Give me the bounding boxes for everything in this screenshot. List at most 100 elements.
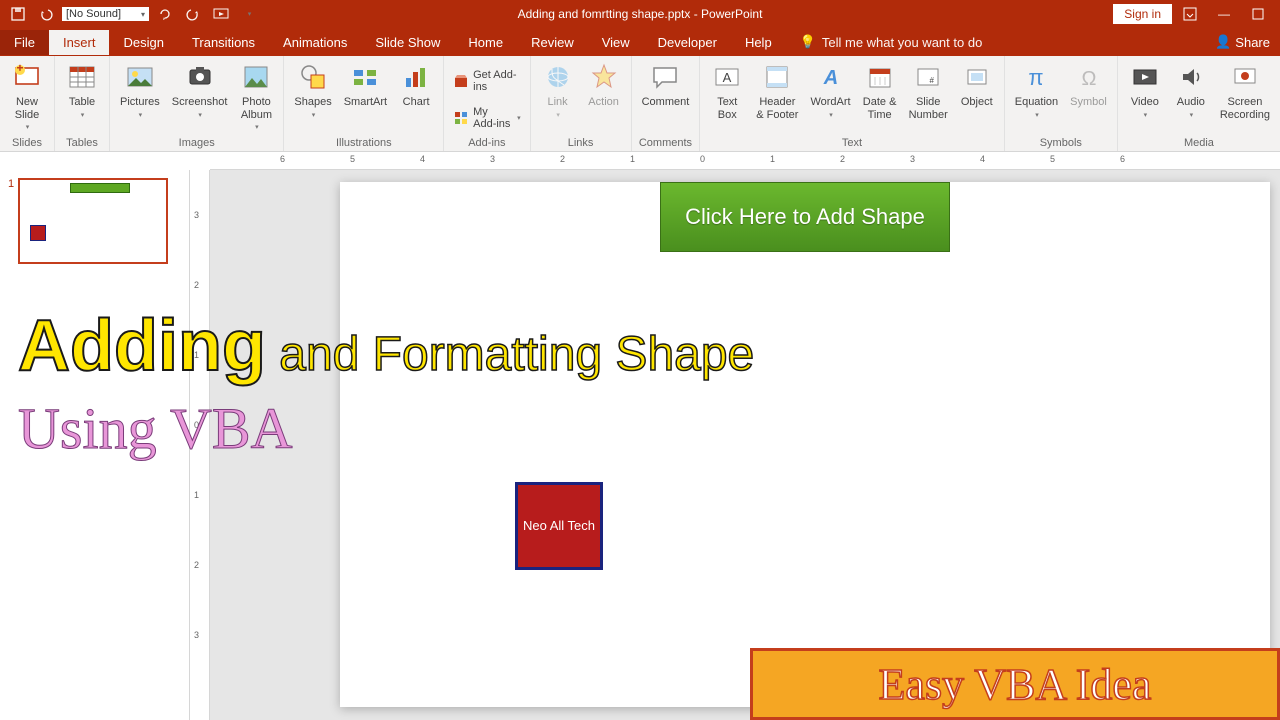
- sound-selector[interactable]: [No Sound]: [62, 7, 149, 21]
- symbol-button[interactable]: Ω Symbol: [1066, 58, 1111, 111]
- tab-insert[interactable]: Insert: [49, 30, 110, 55]
- red-square-shape[interactable]: Neo All Tech: [515, 482, 603, 570]
- window-controls: Sign in —: [1113, 2, 1274, 26]
- group-text: A Text Box Header & Footer A WordArt Dat…: [700, 56, 1004, 151]
- ribbon: New Slide Slides Table Tables Pictures S…: [0, 56, 1280, 152]
- object-button[interactable]: Object: [956, 58, 998, 111]
- add-shape-button[interactable]: Click Here to Add Shape: [660, 182, 950, 252]
- workspace: 1 32 10 12 3 Click Here to Add Shape Neo…: [0, 170, 1280, 720]
- group-illustrations: Shapes SmartArt Chart Illustrations: [284, 56, 444, 151]
- equation-button[interactable]: π Equation: [1011, 58, 1062, 121]
- textbox-icon: A: [710, 60, 744, 94]
- share-button[interactable]: 👤 Share: [1205, 34, 1280, 50]
- tab-slideshow[interactable]: Slide Show: [361, 30, 454, 55]
- textbox-label: Text Box: [717, 96, 737, 121]
- redo-icon[interactable]: [181, 2, 205, 26]
- textbox-button[interactable]: A Text Box: [706, 58, 748, 123]
- svg-text:A: A: [822, 67, 837, 89]
- wordart-label: WordArt: [810, 96, 850, 109]
- slideshow-icon[interactable]: [209, 2, 233, 26]
- comment-button[interactable]: Comment: [638, 58, 694, 111]
- wordart-icon: A: [814, 60, 848, 94]
- equation-icon: π: [1019, 60, 1053, 94]
- slidenum-icon: #: [911, 60, 945, 94]
- tell-me-label: Tell me what you want to do: [822, 35, 982, 50]
- repeat-icon[interactable]: [153, 2, 177, 26]
- slidenum-label: Slide Number: [909, 96, 948, 121]
- audio-label: Audio: [1177, 96, 1205, 109]
- group-slides-label: Slides: [6, 137, 48, 151]
- save-icon[interactable]: [6, 2, 30, 26]
- tab-review[interactable]: Review: [517, 30, 588, 55]
- header-footer-button[interactable]: Header & Footer: [752, 58, 802, 123]
- tab-transitions[interactable]: Transitions: [178, 30, 269, 55]
- thumbnail-1[interactable]: 1: [8, 178, 181, 264]
- tab-developer[interactable]: Developer: [644, 30, 731, 55]
- slide-thumbnails-panel[interactable]: 1: [0, 170, 190, 720]
- group-links: Link Action Links: [531, 56, 632, 151]
- tab-help[interactable]: Help: [731, 30, 786, 55]
- new-slide-button[interactable]: New Slide: [6, 58, 48, 133]
- get-addins-button[interactable]: Get Add-ins: [450, 68, 523, 94]
- wordart-button[interactable]: A WordArt: [806, 58, 854, 121]
- tab-home[interactable]: Home: [454, 30, 517, 55]
- table-button[interactable]: Table: [61, 58, 103, 121]
- datetime-button[interactable]: Date & Time: [859, 58, 901, 123]
- slide[interactable]: Click Here to Add Shape Neo All Tech: [340, 182, 1270, 707]
- svg-text:π: π: [1029, 65, 1044, 90]
- tab-view[interactable]: View: [588, 30, 644, 55]
- action-button[interactable]: Action: [583, 58, 625, 111]
- photo-album-icon: [239, 60, 273, 94]
- slidenum-button[interactable]: # Slide Number: [905, 58, 952, 123]
- video-button[interactable]: Video: [1124, 58, 1166, 121]
- chart-button[interactable]: Chart: [395, 58, 437, 111]
- minimize-icon[interactable]: —: [1208, 2, 1240, 26]
- group-media-label: Media: [1124, 137, 1274, 151]
- shapes-icon: [296, 60, 330, 94]
- smartart-label: SmartArt: [344, 96, 387, 109]
- photo-album-label: Photo Album: [241, 96, 272, 121]
- store-icon: [453, 73, 469, 89]
- smartart-icon: [348, 60, 382, 94]
- screen-recording-button[interactable]: Screen Recording: [1216, 58, 1274, 123]
- new-slide-label: New Slide: [15, 96, 39, 121]
- link-label: Link: [548, 96, 568, 109]
- ribbon-options-icon[interactable]: [1174, 2, 1206, 26]
- audio-button[interactable]: Audio: [1170, 58, 1212, 121]
- quick-access-toolbar: [No Sound]: [0, 2, 267, 26]
- lightbulb-icon: 💡: [800, 34, 816, 50]
- shapes-button[interactable]: Shapes: [290, 58, 335, 121]
- smartart-button[interactable]: SmartArt: [340, 58, 391, 111]
- screenshot-icon: [183, 60, 217, 94]
- shapes-label: Shapes: [294, 96, 331, 109]
- group-symbols-label: Symbols: [1011, 137, 1111, 151]
- group-text-label: Text: [706, 137, 997, 151]
- my-addins-button[interactable]: My Add-ins: [450, 105, 523, 131]
- photo-album-button[interactable]: Photo Album: [235, 58, 277, 133]
- slide-canvas-area[interactable]: Click Here to Add Shape Neo All Tech: [210, 170, 1280, 720]
- tab-design[interactable]: Design: [109, 30, 177, 55]
- screenshot-button[interactable]: Screenshot: [168, 58, 232, 121]
- tab-animations[interactable]: Animations: [269, 30, 361, 55]
- pictures-button[interactable]: Pictures: [116, 58, 164, 121]
- symbol-label: Symbol: [1070, 96, 1107, 109]
- tab-file[interactable]: File: [0, 30, 49, 55]
- sound-label: [No Sound]: [66, 8, 121, 20]
- my-addins-label: My Add-ins: [473, 106, 512, 130]
- group-comments-label: Comments: [638, 137, 694, 151]
- tell-me-search[interactable]: 💡 Tell me what you want to do: [800, 34, 983, 50]
- horizontal-ruler: 65 43 21 01 23 45 6: [210, 152, 1280, 170]
- qat-more-icon[interactable]: [237, 2, 261, 26]
- group-addins: Get Add-ins My Add-ins Add-ins: [444, 56, 530, 151]
- group-tables: Table Tables: [55, 56, 110, 151]
- group-slides: New Slide Slides: [0, 56, 55, 151]
- undo-icon[interactable]: [34, 2, 58, 26]
- group-symbols: π Equation Ω Symbol Symbols: [1005, 56, 1118, 151]
- group-links-label: Links: [537, 137, 625, 151]
- table-label: Table: [69, 96, 95, 109]
- link-button[interactable]: Link: [537, 58, 579, 121]
- chart-icon: [399, 60, 433, 94]
- maximize-icon[interactable]: [1242, 2, 1274, 26]
- object-icon: [960, 60, 994, 94]
- sign-in-button[interactable]: Sign in: [1113, 4, 1172, 24]
